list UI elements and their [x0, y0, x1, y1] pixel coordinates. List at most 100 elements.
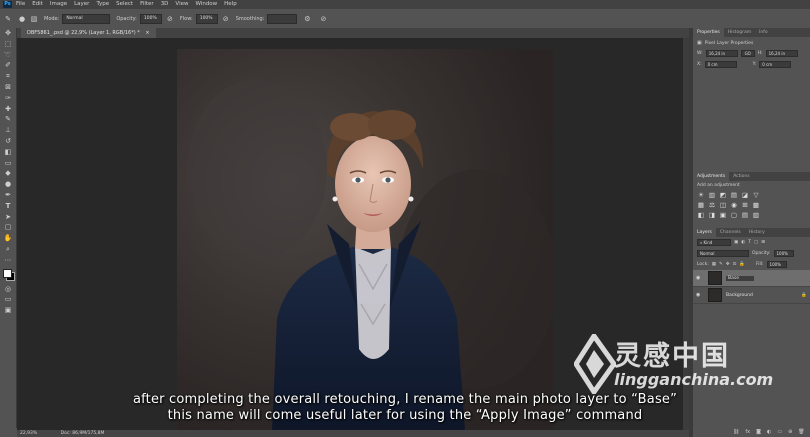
tab-adjustments[interactable]: Adjustments [693, 172, 730, 181]
trash-icon[interactable]: 🗑 [798, 429, 804, 435]
lock-artboard-icon[interactable]: ⊡ [733, 262, 737, 267]
rectangle-tool-icon[interactable]: ▢ [0, 222, 16, 233]
filter-shape-icon[interactable]: ▢ [754, 240, 758, 245]
y-field[interactable]: 0 cm [759, 61, 792, 68]
screen-mode-alt-icon[interactable]: ▣ [0, 305, 16, 316]
airbrush-icon[interactable]: ⊘ [222, 15, 230, 23]
invert-icon[interactable]: ◧ [697, 211, 705, 219]
x-field[interactable]: 0 cm [704, 61, 737, 68]
marquee-tool-icon[interactable]: ⬚ [0, 39, 16, 50]
tab-histogram[interactable]: Histogram [724, 28, 755, 37]
document-tab[interactable]: DBF5861_.psd @ 22,9% (Layer 1, RGB/16*) … [21, 28, 156, 38]
pattern-fill-icon[interactable]: ▧ [752, 211, 760, 219]
tab-actions[interactable]: Actions [729, 172, 753, 181]
quick-select-tool-icon[interactable]: ✐ [0, 60, 16, 71]
fx-icon[interactable]: fx [745, 429, 750, 435]
mode-select[interactable]: Normal [62, 13, 111, 24]
new-layer-icon[interactable]: ⊕ [788, 429, 792, 435]
new-adjustment-icon[interactable]: ◐ [767, 429, 771, 435]
brush-tool-icon[interactable]: ✎ [4, 15, 12, 23]
vibrance-icon[interactable]: ◪ [741, 191, 749, 199]
lock-paint-icon[interactable]: ✎ [719, 262, 723, 267]
hand-tool-icon[interactable]: ✋ [0, 233, 16, 244]
tab-info[interactable]: Info [755, 28, 772, 37]
tab-layers[interactable]: Layers [693, 228, 716, 237]
gradient-tool-icon[interactable]: ▭ [0, 158, 16, 169]
layer-row-base[interactable]: ◉ Base [693, 270, 810, 287]
pen-tool-icon[interactable]: ✒ [0, 190, 16, 201]
tab-properties[interactable]: Properties [693, 28, 724, 37]
layer-opacity-input[interactable]: 100% [773, 250, 794, 257]
pressure-opacity-icon[interactable]: ⊘ [166, 15, 174, 23]
blur-tool-icon[interactable]: ◆ [0, 168, 16, 179]
link-layers-icon[interactable]: ⛓ [733, 429, 739, 435]
menu-filter[interactable]: Filter [140, 0, 154, 9]
layer-row-background[interactable]: ◉ Background 🔒 [693, 287, 810, 304]
brush-tool-icon-tb[interactable]: ✎ [0, 114, 16, 125]
menu-type[interactable]: Type [96, 0, 109, 9]
opacity-input[interactable]: 100% [139, 13, 162, 24]
color-swatches[interactable] [0, 266, 16, 284]
move-tool-icon[interactable]: ✥ [0, 28, 16, 39]
black-white-icon[interactable]: ◫ [719, 201, 727, 209]
lock-pixels-icon[interactable]: ▦ [712, 262, 716, 267]
stamp-tool-icon[interactable]: ⊥ [0, 125, 16, 136]
filter-smart-icon[interactable]: ⊞ [761, 240, 765, 245]
brush-preset-icon[interactable]: ● [18, 15, 26, 23]
color-lookup-icon[interactable]: ▩ [752, 201, 760, 209]
tab-history[interactable]: History [745, 228, 769, 237]
frame-tool-icon[interactable]: ⊠ [0, 82, 16, 93]
tab-channels[interactable]: Channels [716, 228, 745, 237]
smoothing-input[interactable] [267, 13, 298, 24]
flow-input[interactable]: 100% [195, 13, 218, 24]
width-field[interactable]: 16,24 in [705, 50, 738, 57]
curves-icon[interactable]: ◩ [719, 191, 727, 199]
menu-file[interactable]: File [16, 0, 25, 9]
close-icon[interactable]: × [145, 30, 149, 36]
menu-select[interactable]: Select [116, 0, 133, 9]
eye-icon[interactable]: ◉ [696, 275, 704, 281]
lasso-tool-icon[interactable]: ➰ [0, 50, 16, 61]
eyedropper-tool-icon[interactable]: ✑ [0, 93, 16, 104]
hue-saturation-icon[interactable]: ▦ [697, 201, 705, 209]
link-icon[interactable]: GO [740, 50, 755, 57]
portrait-photo[interactable] [177, 49, 553, 430]
lock-all-icon[interactable]: 🔒 [739, 262, 745, 267]
threshold-icon[interactable]: ▣ [719, 211, 727, 219]
dodge-tool-icon[interactable]: ● [0, 179, 16, 190]
brightness-icon[interactable]: ☀ [697, 191, 705, 199]
menu-edit[interactable]: Edit [32, 0, 43, 9]
channel-mixer-icon[interactable]: ⊞ [741, 201, 749, 209]
zoom-level[interactable]: 22,93% [20, 431, 37, 436]
history-brush-tool-icon[interactable]: ↺ [0, 136, 16, 147]
gear-icon[interactable]: ⚙ [303, 15, 311, 23]
menu-window[interactable]: Window [195, 0, 217, 9]
filter-type-icon[interactable]: T [748, 240, 751, 245]
crop-tool-icon[interactable]: ⌗ [0, 71, 16, 82]
eraser-tool-icon[interactable]: ◧ [0, 147, 16, 158]
more-tools-icon[interactable]: ⋯ [0, 255, 16, 266]
posterize-icon[interactable]: ◨ [708, 211, 716, 219]
symmetry-icon[interactable]: ⊘ [319, 15, 327, 23]
layer-blend-mode-select[interactable]: Normal [697, 250, 749, 257]
exposure-icon[interactable]: ▤ [730, 191, 738, 199]
menu-3d[interactable]: 3D [161, 0, 169, 9]
menu-view[interactable]: View [175, 0, 188, 9]
selective-color-icon[interactable]: ▢ [730, 211, 738, 219]
layer-kind-filter[interactable]: ⌕ Kind [697, 239, 731, 246]
quick-mask-icon[interactable]: ◎ [0, 284, 16, 295]
gradient-map-icon[interactable]: ▤ [741, 211, 749, 219]
layer-name-edit[interactable]: Base [726, 275, 754, 281]
screen-mode-icon[interactable]: ▭ [0, 294, 16, 305]
new-group-icon[interactable]: ▭ [777, 429, 782, 435]
height-field[interactable]: 16,24 in [765, 50, 798, 57]
photo-filter-icon[interactable]: ◉ [730, 201, 738, 209]
filter-adjustment-icon[interactable]: ◐ [741, 240, 745, 245]
type-tool-icon[interactable]: T [0, 201, 16, 212]
menu-layer[interactable]: Layer [74, 0, 89, 9]
path-select-tool-icon[interactable]: ➤ [0, 212, 16, 223]
eye-icon[interactable]: ◉ [696, 292, 704, 298]
menu-image[interactable]: Image [50, 0, 67, 9]
levels-icon[interactable]: ▥ [708, 191, 716, 199]
layer-fill-input[interactable]: 100% [766, 261, 787, 268]
